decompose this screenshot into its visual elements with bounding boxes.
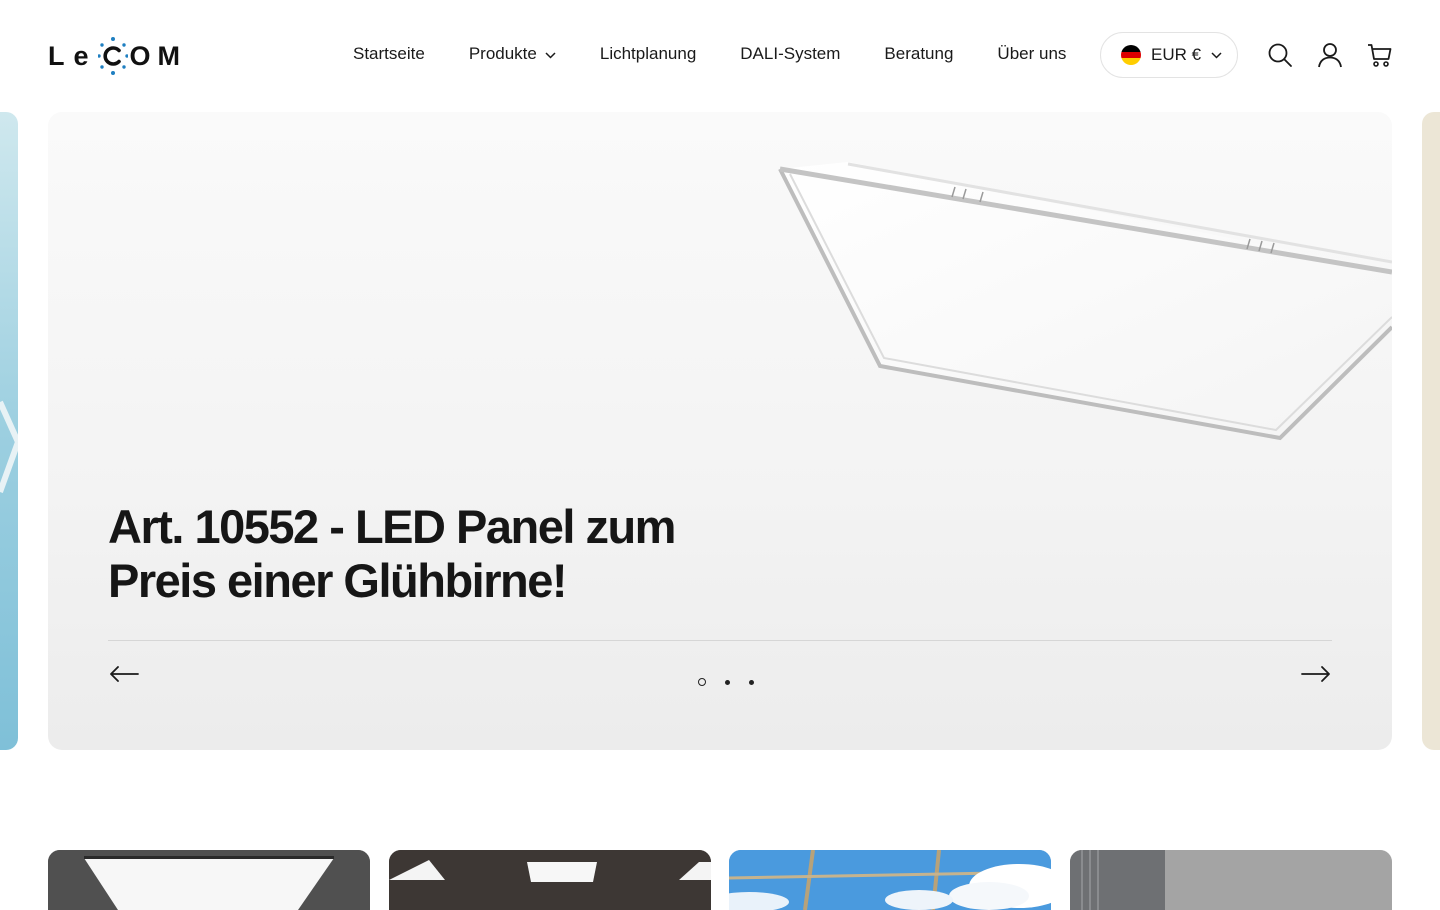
search-icon[interactable] (1265, 40, 1295, 70)
site-header: Le OM Startseite Produkte Lichtplanung D… (0, 0, 1440, 112)
carousel-dot-2[interactable] (724, 679, 730, 685)
category-tile-3[interactable] (729, 850, 1051, 910)
led-panel-image (778, 162, 1392, 441)
arrow-right-icon (1301, 666, 1330, 682)
category-tile-4[interactable] (1070, 850, 1392, 910)
nav-lichtplanung[interactable]: Lichtplanung (600, 44, 696, 64)
nav-ueber-uns[interactable]: Über uns (997, 44, 1066, 64)
category-tile-2[interactable] (389, 850, 711, 910)
hero-slide: Art. 10552 - LED Panel zum Preis einer G… (48, 112, 1392, 750)
logo-sun-icon (97, 34, 128, 78)
nav-startseite[interactable]: Startseite (353, 44, 425, 64)
interior-wall-image (1070, 850, 1392, 910)
user-icon[interactable] (1315, 40, 1345, 70)
prev-slide-preview[interactable] (0, 112, 18, 750)
main-nav: Startseite Produkte Lichtplanung DALI-Sy… (353, 44, 1066, 64)
logo-wordmark: Le OM (48, 34, 187, 78)
hero-divider (108, 640, 1332, 641)
currency-selector[interactable]: EUR € (1100, 32, 1238, 78)
next-slide-preview[interactable] (1422, 112, 1440, 750)
nav-produkte[interactable]: Produkte (469, 44, 556, 64)
logo[interactable]: Le OM (48, 34, 187, 78)
ceiling-led-panel-image (48, 850, 370, 910)
carousel-prev-button[interactable] (108, 662, 140, 686)
germany-flag-icon (1121, 45, 1141, 65)
carousel-next-button[interactable] (1300, 662, 1332, 686)
category-tile-1[interactable] (48, 850, 370, 910)
currency-label: EUR € (1151, 45, 1202, 64)
carousel-dot-3[interactable] (748, 679, 754, 685)
arrow-left-icon (110, 666, 139, 682)
chevron-down-icon (1211, 46, 1222, 64)
chevron-down-icon (545, 44, 556, 64)
carousel-dot-1[interactable] (697, 678, 706, 686)
hero-title: Art. 10552 - LED Panel zum Preis einer G… (108, 500, 676, 607)
cart-icon[interactable] (1365, 40, 1395, 70)
sky-ceiling-panel-image (729, 850, 1051, 910)
nav-beratung[interactable]: Beratung (884, 44, 953, 64)
ceiling-recessed-lights-image (389, 850, 711, 910)
carousel-dots (688, 678, 763, 686)
nav-dali-system[interactable]: DALI-System (740, 44, 840, 64)
